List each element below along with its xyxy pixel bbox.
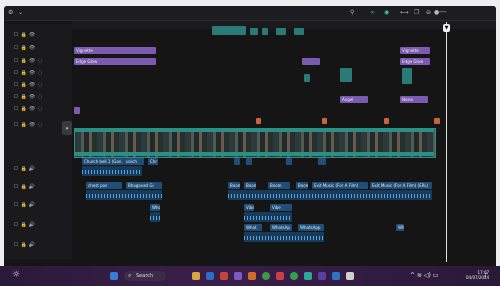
video-overlay-clip-2[interactable] (304, 74, 310, 82)
audio-clip-e1[interactable] (234, 158, 240, 165)
word-icon[interactable] (332, 272, 340, 280)
settings-icon[interactable]: ⚙ (8, 9, 13, 16)
link-icon[interactable]: ∞ (370, 9, 375, 16)
cover-button[interactable]: ▣ (62, 121, 72, 135)
zoom-out-icon[interactable]: ⊖ (426, 9, 431, 16)
timeline-toolbar: ⚙ ⌄ ⚲ ∞ ◉ ⟷ ❐ ⊖ ●── (4, 6, 496, 21)
audio-clip-whoo[interactable]: Whoo (150, 204, 160, 211)
audio-wave-1 (82, 166, 142, 176)
effect-clip-tiny[interactable] (74, 107, 80, 114)
effect-clip-edge-glow[interactable]: Edge Glow (74, 58, 156, 65)
widgets-icon[interactable]: ☼ (12, 270, 20, 280)
app-icon-white[interactable] (346, 272, 354, 280)
audio-clip-chr[interactable]: Chr (148, 158, 158, 165)
marker-clip-4[interactable] (434, 118, 440, 124)
track-header-fx1[interactable]: ☐ 🔒 👁 (12, 32, 68, 40)
app-icon-red[interactable] (276, 272, 284, 280)
marker-icon[interactable]: ⚲ (350, 9, 354, 16)
teams-icon[interactable] (234, 272, 242, 280)
effect-clip-vignette[interactable]: Vignette (74, 47, 156, 54)
start-icon[interactable] (110, 272, 118, 280)
effect-clip-vignette-2[interactable]: Vignette (400, 47, 430, 54)
video-clip-top[interactable] (212, 26, 246, 35)
notification-icon[interactable]: ♪ (484, 272, 488, 279)
chevron-down-icon[interactable]: ⌄ (18, 9, 23, 16)
track-header-v5[interactable]: ☐ 🔒 👁 ◌ (12, 70, 68, 78)
effect-clip-edge-glow-2[interactable]: Edge Glow (400, 58, 430, 65)
audio-clip-boom-2[interactable]: Boom (244, 182, 256, 189)
audio-wave-4 (150, 212, 160, 222)
mail-icon[interactable] (206, 272, 214, 280)
effect-clip-angel[interactable]: Angel (340, 96, 368, 103)
audio-clip-whatsapp-2[interactable]: WhatsApp (298, 224, 324, 231)
audio-clip-church-bell[interactable]: Church bell 1 (Gan (82, 158, 124, 165)
track-header-v4[interactable]: ☐ 🔒 👁 ◌ (12, 82, 68, 90)
firefox-icon[interactable] (248, 272, 256, 280)
audio-clip-exit-music-2[interactable]: Exit Music (For A Film) (ERL) (370, 182, 432, 189)
chrome-icon[interactable] (262, 272, 270, 280)
audio-clip-b1[interactable] (286, 158, 292, 165)
premiere-icon[interactable] (318, 272, 326, 280)
capcut-icon[interactable] (304, 272, 312, 280)
track-headers: ☐ 🔒 👁 ☐ 🔒 👁 ☐ 🔒 👁 ◌ ☐ 🔒 👁 ◌ ☐ 🔒 👁 ◌ ☐ 🔒 👁 ◌ ☐ 🔒 👁 ◌ ☐ 🔒 👁 ◌ ▣ … (4, 24, 72, 259)
video-clip-top-5[interactable] (294, 28, 304, 35)
track-header-main[interactable]: ☐ 🔒 👁 ◌ (12, 122, 68, 130)
search-label: Search (136, 273, 154, 279)
marker-clip[interactable] (256, 118, 261, 124)
search-icon: ⌕ (128, 272, 132, 279)
marker-clip-3[interactable] (384, 118, 389, 124)
effect-clip-noise[interactable]: Noise (400, 96, 428, 103)
editor-window: ••• ⚙ ⌄ ⚲ ∞ ◉ ⟷ ❐ ⊖ ●── ☐🔒👁 ☐🔒👁 ☐🔒👁◌ ☐🔒👁… (4, 6, 496, 280)
snap-toggle[interactable]: ◉ (384, 9, 389, 16)
audio-clip-vibe[interactable]: Vibe (244, 204, 254, 211)
audio-clip-boom-3[interactable]: Boom (268, 182, 290, 189)
zoom-slider[interactable]: ●── (434, 9, 446, 16)
video-overlay-clip-3[interactable] (402, 68, 412, 84)
audio-clip-e2[interactable] (246, 158, 252, 165)
clipboard-icon[interactable]: ❐ (414, 9, 419, 16)
audio-clip-exit-music-1[interactable]: Exit Music (For A Film) (312, 182, 368, 189)
audio-wave-3 (228, 190, 432, 200)
main-video-audio (74, 152, 434, 156)
playhead[interactable] (446, 22, 447, 262)
track-header-a3[interactable]: ☐ 🔒 🔊 (12, 202, 68, 210)
audio-clip-boom-1[interactable]: Boom (228, 182, 240, 189)
spotify-icon[interactable] (290, 272, 298, 280)
track-header-a4[interactable]: ☐ 🔒 🔊 (12, 222, 68, 230)
track-header-a1[interactable]: ☐ 🔒 🔊 (12, 166, 68, 174)
system-tray-icons[interactable]: ^ ≋ ◁) ▭ (410, 272, 438, 279)
audio-clip-vibe-2[interactable]: Vibe (270, 204, 292, 211)
audio-clip-bhagavad-gita[interactable]: Bhagavad Gi (126, 182, 162, 189)
video-clip-top-3[interactable] (262, 28, 268, 35)
split-icon[interactable]: ⟷ (400, 9, 409, 16)
track-header-a2[interactable]: ☐ 🔒 🔊 (12, 184, 68, 192)
audio-clip-whatsapp-3[interactable]: WhatsAp (396, 224, 404, 231)
track-header-v3[interactable]: ☐ 🔒 👁 ◌ (12, 94, 68, 102)
video-clip-top-2[interactable] (250, 28, 258, 35)
video-clip-top-4[interactable] (276, 28, 286, 35)
audio-clip-fc[interactable] (318, 158, 326, 165)
audio-wave-2 (86, 190, 162, 200)
playhead-handle[interactable]: ▼ (443, 24, 450, 32)
track-header-fx3[interactable]: ☐ 🔒 👁 ◌ (12, 58, 68, 66)
track-header-fx2[interactable]: ☐ 🔒 👁 (12, 45, 68, 53)
audio-wave-6 (244, 232, 324, 242)
main-video-header (74, 128, 434, 132)
audio-clip-boom-4[interactable]: Boom (296, 182, 308, 189)
marker-clip-2[interactable] (322, 118, 327, 124)
file-explorer-icon[interactable] (192, 272, 200, 280)
track-header-a5[interactable]: ☐ 🔒 🔊 (12, 242, 68, 250)
audio-wave-5 (244, 212, 292, 222)
effect-clip-small[interactable] (302, 58, 320, 65)
office-icon[interactable] (220, 272, 228, 280)
track-header-v2[interactable]: ☐ 🔒 👁 ◌ (12, 106, 68, 114)
audio-clip-whatsapp-1[interactable]: WhatsAp (270, 224, 292, 231)
audio-clip-chest-pos[interactable]: chest pos (86, 182, 122, 189)
audio-clip-what[interactable]: What (244, 224, 262, 231)
video-overlay-clip[interactable] (340, 68, 352, 82)
audio-clip-unich[interactable]: unich (124, 158, 144, 165)
